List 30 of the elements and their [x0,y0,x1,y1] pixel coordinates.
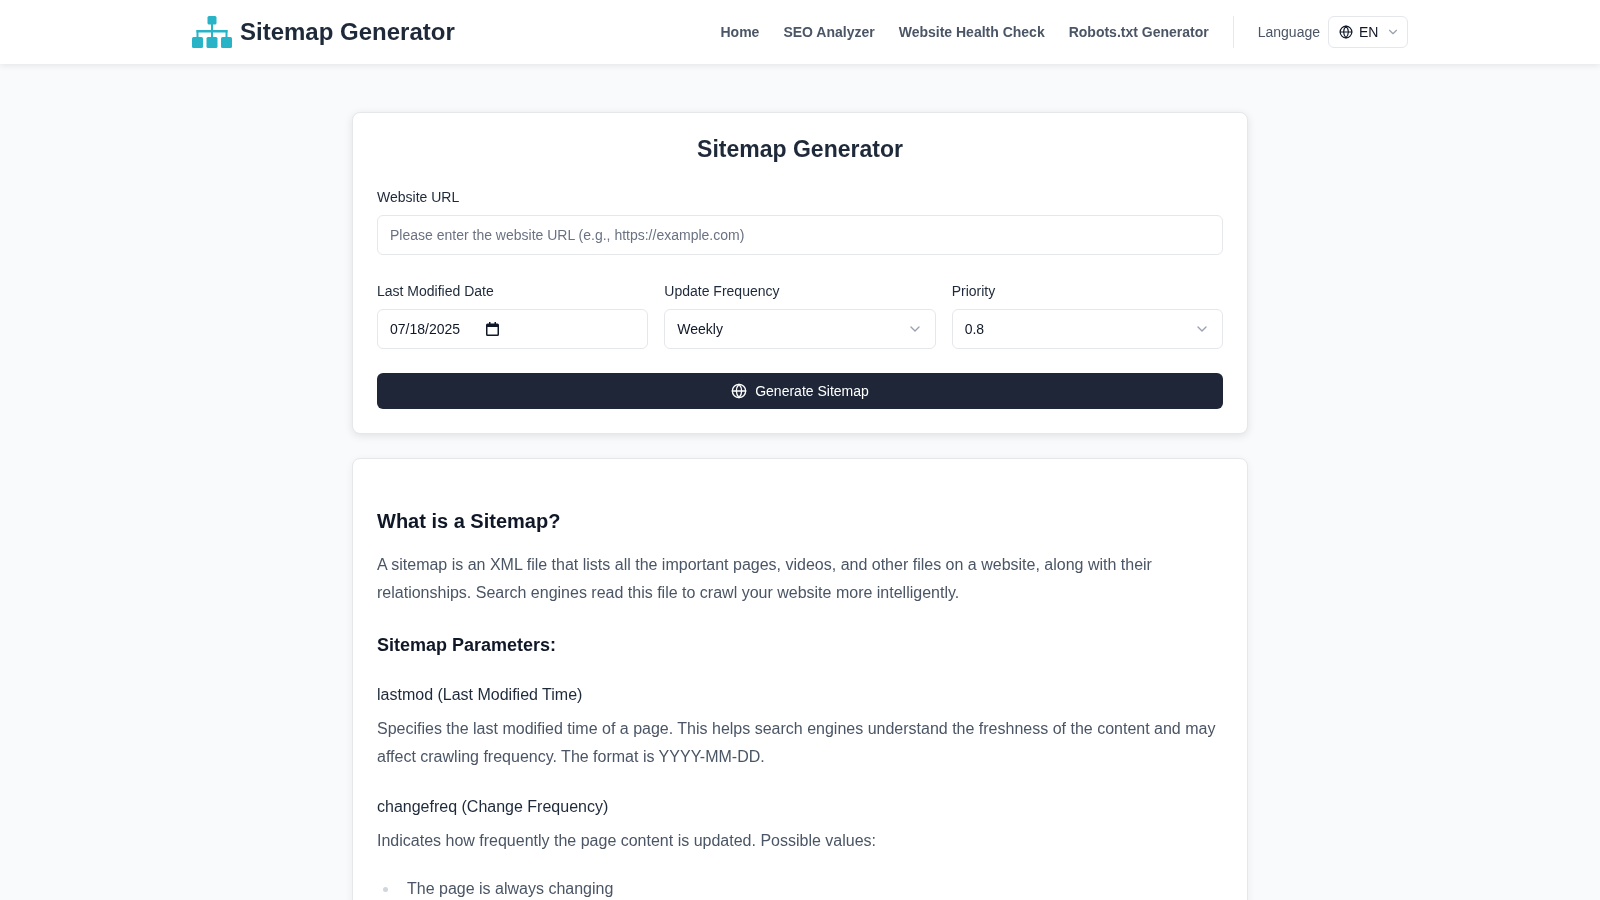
date-input[interactable]: 07/18/2025 [377,309,649,349]
paragraph: Indicates how frequently the page content is updated. Possible values: [377,831,877,851]
nav-link[interactable]: Home [720,22,760,42]
bullet-icon [383,886,388,892]
list-item-text: The page is always changing [407,879,614,899]
dropdown-select[interactable]: Weekly [664,309,936,349]
field-label: Update Frequency [664,282,781,301]
parameter-name: changefreq (Change Frequency) [377,797,610,817]
nav-link[interactable]: SEO Analyzer [783,22,875,42]
url-input[interactable]: Please enter the website URL (e.g., https://example.com) [377,215,1223,255]
section-heading: Sitemap Parameters: [377,634,558,657]
nav-link[interactable]: Robots.txt Generator [1068,22,1209,42]
language-select[interactable]: EN [1328,16,1408,48]
calendar-icon[interactable] [486,322,500,336]
language-label: Language [1257,23,1320,42]
field-label: Website URL [377,188,461,207]
paragraph: A sitemap is an XML file that lists all the important pages, videos, and other files on a website, along with their relationships. Search engines read this file to crawl your website more intelligently. [377,555,1153,603]
hierarchy-icon [192,16,232,48]
nav-link[interactable]: Website Health Check [898,22,1045,42]
generate-sitemap-button[interactable]: Generate Sitemap [377,373,1223,409]
field-label: Priority [951,282,997,301]
site-title: Sitemap Generator [240,17,455,47]
field-label: Last Modified Date [377,282,495,301]
paragraph: Specifies the last modified time of a page. This helps search engines understand the freshness of the content and may affect crawling frequency. The format is YYYY-MM-DD. [377,719,1217,767]
globe-icon [1339,25,1353,39]
section-heading: What is a Sitemap? [377,509,562,534]
globe-icon [731,383,748,399]
card-title: Sitemap Generator [696,135,904,164]
dropdown-select[interactable]: 0.8 [951,309,1223,349]
parameter-name: lastmod (Last Modified Time) [377,685,584,705]
